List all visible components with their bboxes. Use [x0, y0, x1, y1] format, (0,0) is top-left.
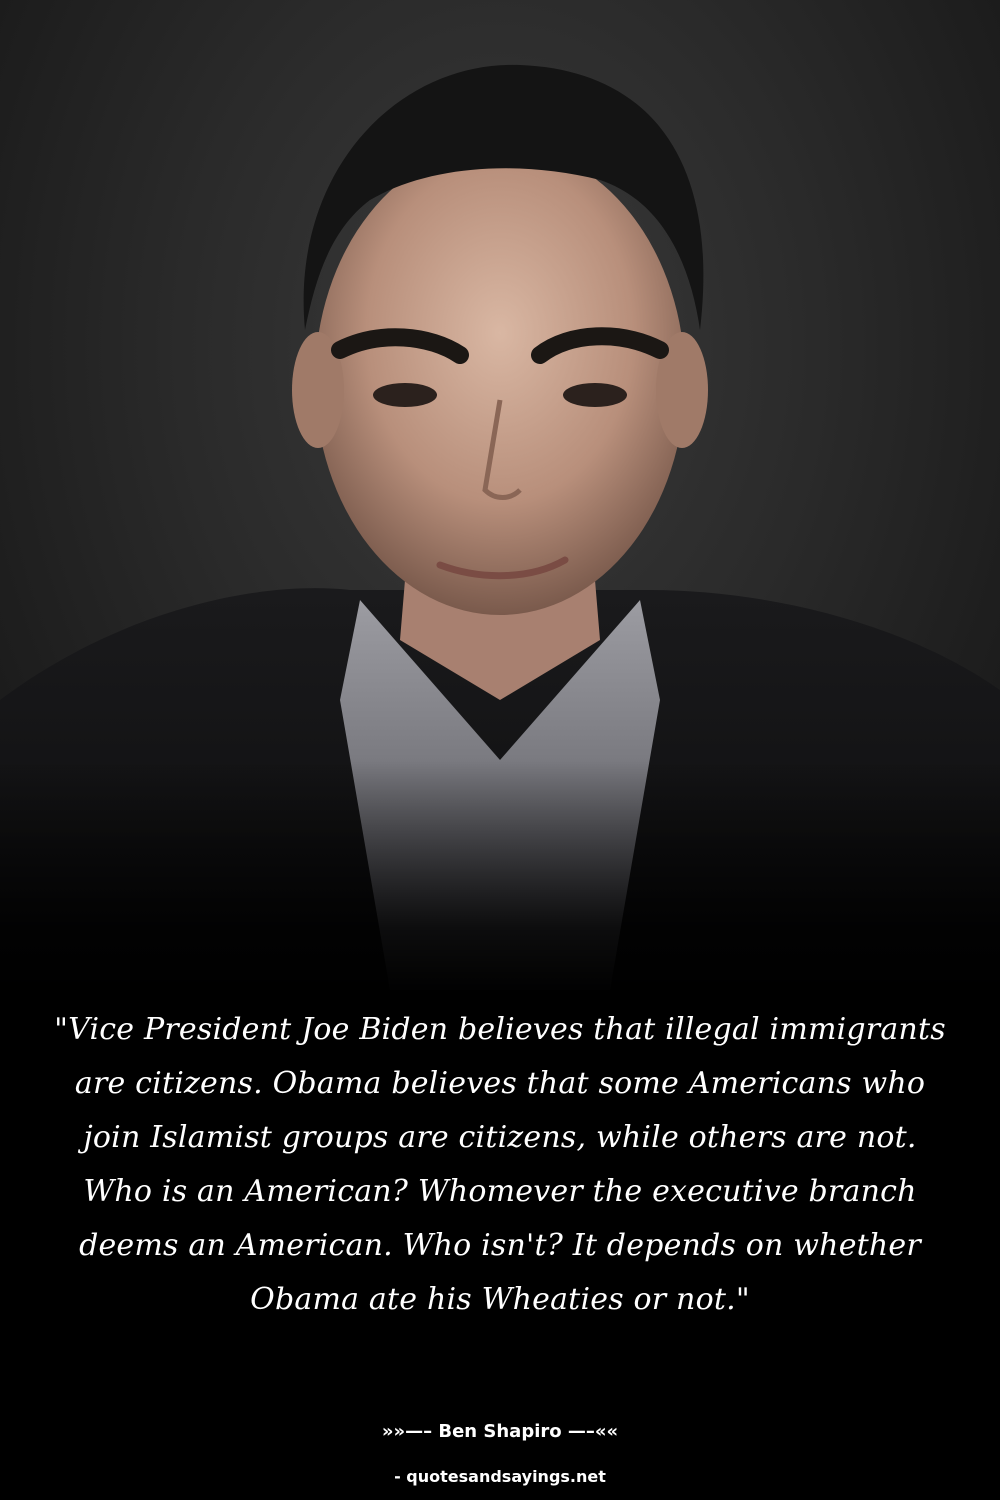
source-credit: - quotesandsayings.net — [394, 1467, 606, 1486]
photo-bottom-fade — [0, 760, 1000, 990]
quote-attribution: »»—– Ben Shapiro —–«« — [381, 1421, 619, 1442]
portrait-photo — [0, 0, 1000, 990]
quote-text: "Vice President Joe Biden believes that … — [54, 1012, 946, 1317]
quote-card: "Vice President Joe Biden believes that … — [0, 0, 1000, 1500]
